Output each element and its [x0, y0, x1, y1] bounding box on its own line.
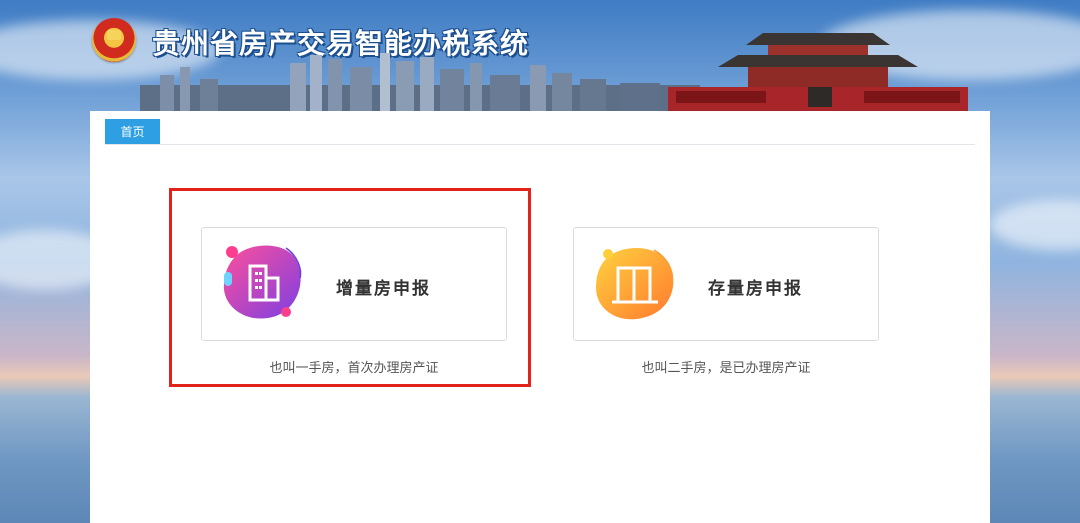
existing-house-label: 存量房申报	[708, 279, 803, 299]
national-emblem-icon	[92, 18, 136, 62]
gate-tower-image	[668, 33, 968, 112]
existing-house-description: 也叫二手房，是已办理房产证	[641, 361, 811, 376]
new-house-declaration-card[interactable]: 增量房申报	[201, 227, 507, 341]
new-house-label: 增量房申报	[336, 279, 431, 299]
tab-bar: 首页	[105, 119, 975, 145]
door-icon	[596, 247, 674, 320]
city-skyline-image	[140, 53, 700, 112]
tab-home[interactable]: 首页	[105, 119, 160, 144]
header-banner: 贵州省房产交易智能办税系统	[0, 0, 1080, 112]
new-house-description: 也叫一手房，首次办理房产证	[269, 361, 439, 376]
main-panel: 首页 增量房申报 也叫一手房，首次办理房产证 存量房申报 也叫二手房，是已办理房…	[90, 111, 990, 523]
existing-house-declaration-card[interactable]: 存量房申报	[573, 227, 879, 341]
background-cloud	[990, 200, 1080, 250]
building-icon	[223, 245, 302, 319]
